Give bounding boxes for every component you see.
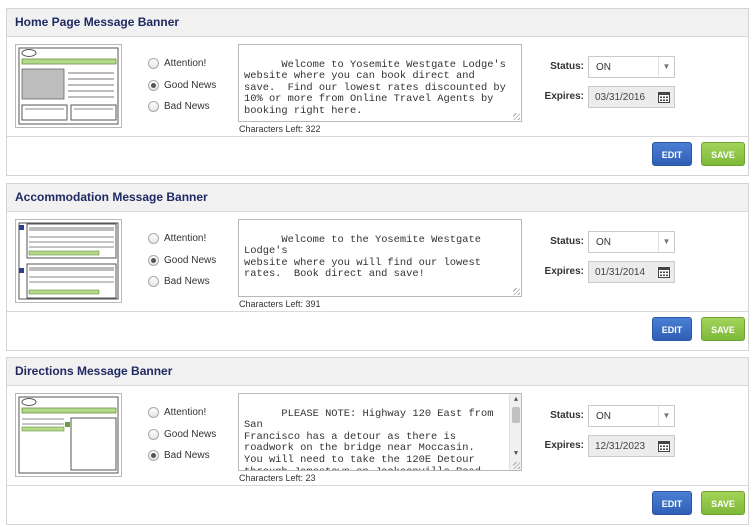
- message-text: Welcome to the Yosemite Westgate Lodge's…: [244, 233, 481, 281]
- resize-handle-icon[interactable]: [513, 462, 520, 469]
- calendar-icon[interactable]: [658, 440, 670, 452]
- edit-button[interactable]: EDIT: [652, 317, 692, 341]
- expires-date-input[interactable]: 01/31/2014: [588, 261, 675, 283]
- panel-title: Directions Message Banner: [7, 358, 748, 386]
- option-label: Bad News: [164, 101, 210, 113]
- message-textarea[interactable]: Welcome to the Yosemite Westgate Lodge's…: [238, 219, 522, 297]
- message-text: Welcome to Yosemite Westgate Lodge's web…: [244, 58, 506, 117]
- directions-layout-icon: [15, 393, 122, 477]
- calendar-icon[interactable]: [658, 266, 670, 278]
- message-text: PLEASE NOTE: Highway 120 East from San F…: [244, 407, 494, 470]
- home-page-layout-icon: [15, 44, 122, 128]
- expires-label: Expires:: [544, 91, 584, 102]
- radio-attention[interactable]: [148, 233, 159, 245]
- home-page-banner-panel: Home Page Message Banner Attention! Good…: [6, 8, 749, 176]
- expires-label: Expires:: [544, 266, 584, 277]
- scrollbar-thumb[interactable]: [512, 407, 520, 423]
- characters-left: Characters Left: 391: [239, 299, 321, 309]
- expires-date-input[interactable]: 12/31/2023: [588, 435, 675, 457]
- option-good-news[interactable]: Good News: [148, 250, 216, 272]
- status-select[interactable]: ON ▼: [588, 231, 675, 253]
- option-label: Bad News: [164, 276, 210, 288]
- resize-handle-icon[interactable]: [513, 113, 520, 120]
- radio-attention[interactable]: [148, 407, 159, 419]
- option-bad-news[interactable]: Bad News: [148, 445, 216, 467]
- option-attention[interactable]: Attention!: [148, 228, 216, 250]
- message-type-radio-group: Attention! Good News Bad News: [148, 53, 216, 118]
- chevron-down-icon: ▼: [658, 232, 674, 252]
- option-bad-news[interactable]: Bad News: [148, 96, 216, 118]
- radio-good-news[interactable]: [148, 428, 159, 440]
- message-type-radio-group: Attention! Good News Bad News: [148, 228, 216, 293]
- option-attention[interactable]: Attention!: [148, 53, 216, 75]
- radio-good-news[interactable]: [148, 79, 159, 91]
- message-textarea[interactable]: Welcome to Yosemite Westgate Lodge's web…: [238, 44, 522, 122]
- radio-good-news[interactable]: [148, 254, 159, 266]
- directions-banner-panel: Directions Message Banner Attention! Goo: [6, 357, 749, 525]
- scroll-down-icon[interactable]: ▼: [510, 448, 521, 460]
- option-good-news[interactable]: Good News: [148, 75, 216, 97]
- option-label: Attention!: [164, 407, 207, 419]
- panel-title: Home Page Message Banner: [7, 9, 748, 37]
- expires-date-input[interactable]: 03/31/2016: [588, 86, 675, 108]
- calendar-icon[interactable]: [658, 91, 670, 103]
- edit-button[interactable]: EDIT: [652, 142, 692, 166]
- message-textarea[interactable]: PLEASE NOTE: Highway 120 East from San F…: [238, 393, 522, 471]
- option-label: Good News: [164, 254, 217, 266]
- status-select[interactable]: ON ▼: [588, 405, 675, 427]
- save-button[interactable]: SAVE: [701, 491, 745, 515]
- characters-left: Characters Left: 23: [239, 473, 316, 483]
- status-label: Status:: [550, 410, 584, 421]
- radio-bad-news[interactable]: [148, 450, 159, 462]
- panel-title: Accommodation Message Banner: [7, 184, 748, 212]
- status-label: Status:: [550, 61, 584, 72]
- resize-handle-icon[interactable]: [513, 288, 520, 295]
- option-attention[interactable]: Attention!: [148, 402, 216, 424]
- radio-bad-news[interactable]: [148, 276, 159, 288]
- radio-bad-news[interactable]: [148, 101, 159, 113]
- option-good-news[interactable]: Good News: [148, 424, 216, 446]
- option-label: Attention!: [164, 58, 207, 70]
- edit-button[interactable]: EDIT: [652, 491, 692, 515]
- chevron-down-icon: ▼: [658, 406, 674, 426]
- accommodation-banner-panel: Accommodation Message Banner Attention! …: [6, 183, 749, 351]
- message-type-radio-group: Attention! Good News Bad News: [148, 402, 216, 467]
- scroll-up-icon[interactable]: ▲: [510, 394, 521, 406]
- option-label: Good News: [164, 79, 217, 91]
- save-button[interactable]: SAVE: [701, 317, 745, 341]
- option-label: Good News: [164, 428, 217, 440]
- radio-attention[interactable]: [148, 58, 159, 70]
- characters-left: Characters Left: 322: [239, 124, 321, 134]
- option-label: Bad News: [164, 450, 210, 462]
- status-select[interactable]: ON ▼: [588, 56, 675, 78]
- option-bad-news[interactable]: Bad News: [148, 271, 216, 293]
- expires-label: Expires:: [544, 440, 584, 451]
- option-label: Attention!: [164, 233, 207, 245]
- chevron-down-icon: ▼: [658, 57, 674, 77]
- scrollbar[interactable]: ▲ ▼: [509, 394, 521, 470]
- status-label: Status:: [550, 236, 584, 247]
- accommodation-layout-icon: [15, 219, 122, 303]
- save-button[interactable]: SAVE: [701, 142, 745, 166]
